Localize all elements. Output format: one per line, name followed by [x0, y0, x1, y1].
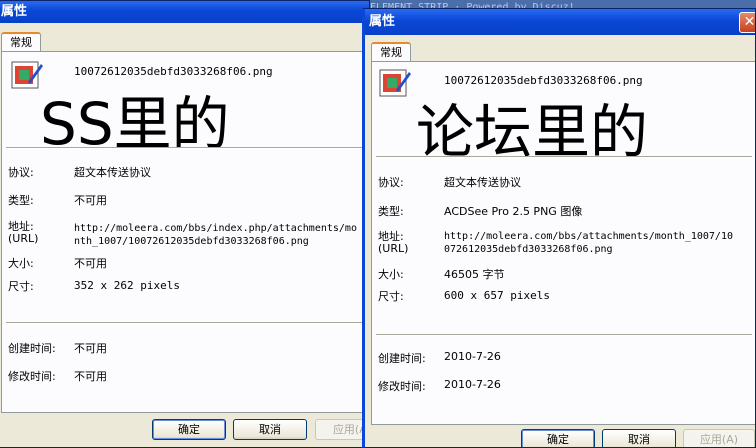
left-cancel-button[interactable]: 取消	[233, 419, 307, 440]
right-separator-2	[376, 334, 752, 336]
right-tab-general[interactable]: 常规	[371, 42, 411, 62]
right-overlay-text: 论坛里的	[416, 98, 649, 166]
right-ok-button[interactable]: 确定	[521, 429, 595, 447]
left-filename: 10072612035debfd3033268f06.png	[74, 65, 273, 78]
right-address-value: http://moleera.com/bbs/attachments/month…	[444, 231, 733, 255]
left-address-sublabel: (URL)	[8, 232, 39, 245]
left-modified-label: 修改时间:	[8, 370, 56, 383]
left-modified-value: 不可用	[74, 370, 107, 383]
right-titlebar[interactable]: 属性	[365, 9, 755, 35]
right-size-label: 大小:	[378, 268, 404, 281]
right-modified-value: 2010-7-26	[444, 378, 501, 391]
left-titlebar[interactable]: 属性	[0, 1, 369, 23]
right-apply-button[interactable]: 应用(A)	[683, 429, 755, 447]
left-type-label: 类型:	[8, 194, 34, 207]
image-file-icon	[11, 61, 43, 89]
left-overlay-text: SS里的	[40, 90, 230, 158]
left-tab-general[interactable]: 常规	[1, 32, 41, 52]
right-protocol-value: 超文本传送协议	[444, 176, 521, 189]
right-modified-label: 修改时间:	[378, 380, 426, 393]
right-tab-panel: 10072612035debfd3033268f06.png 论坛里的 协议: …	[371, 61, 755, 425]
right-cancel-button[interactable]: 取消	[602, 429, 676, 447]
right-tab-label: 常规	[380, 46, 402, 59]
left-type-value: 不可用	[74, 194, 107, 207]
right-dims-label: 尺寸:	[378, 290, 404, 303]
left-size-label: 大小:	[8, 257, 34, 270]
left-protocol-value: 超文本传送协议	[74, 166, 151, 179]
close-button[interactable]: ✕	[739, 12, 756, 33]
right-separator-1	[376, 156, 752, 158]
right-created-value: 2010-7-26	[444, 350, 501, 363]
close-icon: ✕	[743, 14, 756, 30]
left-dims-value: 352 x 262 pixels	[74, 279, 180, 292]
right-filename: 10072612035debfd3033268f06.png	[444, 74, 643, 87]
left-protocol-label: 协议:	[8, 166, 34, 179]
left-separator-2	[6, 322, 366, 324]
right-address-sublabel: (URL)	[378, 242, 409, 255]
left-ok-button[interactable]: 确定	[152, 419, 226, 440]
right-properties-dialog: 属性 ✕ 常规 10072612035debfd3033268f06.png 论…	[362, 8, 756, 448]
left-address-value: http://moleera.com/bbs/index.php/attachm…	[74, 223, 357, 247]
right-dims-value: 600 x 657 pixels	[444, 289, 550, 302]
left-created-value: 不可用	[74, 342, 107, 355]
left-tab-label: 常规	[10, 36, 32, 49]
left-created-label: 创建时间:	[8, 342, 56, 355]
right-type-value: ACDSee Pro 2.5 PNG 图像	[444, 205, 583, 218]
left-properties-dialog: 属性 常规 10072612035debfd3033268f06.png SS里…	[0, 0, 370, 448]
left-size-value: 不可用	[74, 257, 107, 270]
image-file-icon	[379, 69, 411, 97]
right-created-label: 创建时间:	[378, 352, 426, 365]
right-title: 属性	[369, 14, 396, 29]
right-protocol-label: 协议:	[378, 176, 404, 189]
left-dims-label: 尺寸:	[8, 280, 34, 293]
left-separator-1	[6, 147, 366, 149]
left-title: 属性	[1, 4, 28, 19]
right-size-value: 46505 字节	[444, 268, 505, 281]
left-tab-panel: 10072612035debfd3033268f06.png SS里的 协议: …	[1, 51, 369, 413]
right-type-label: 类型:	[378, 205, 404, 218]
